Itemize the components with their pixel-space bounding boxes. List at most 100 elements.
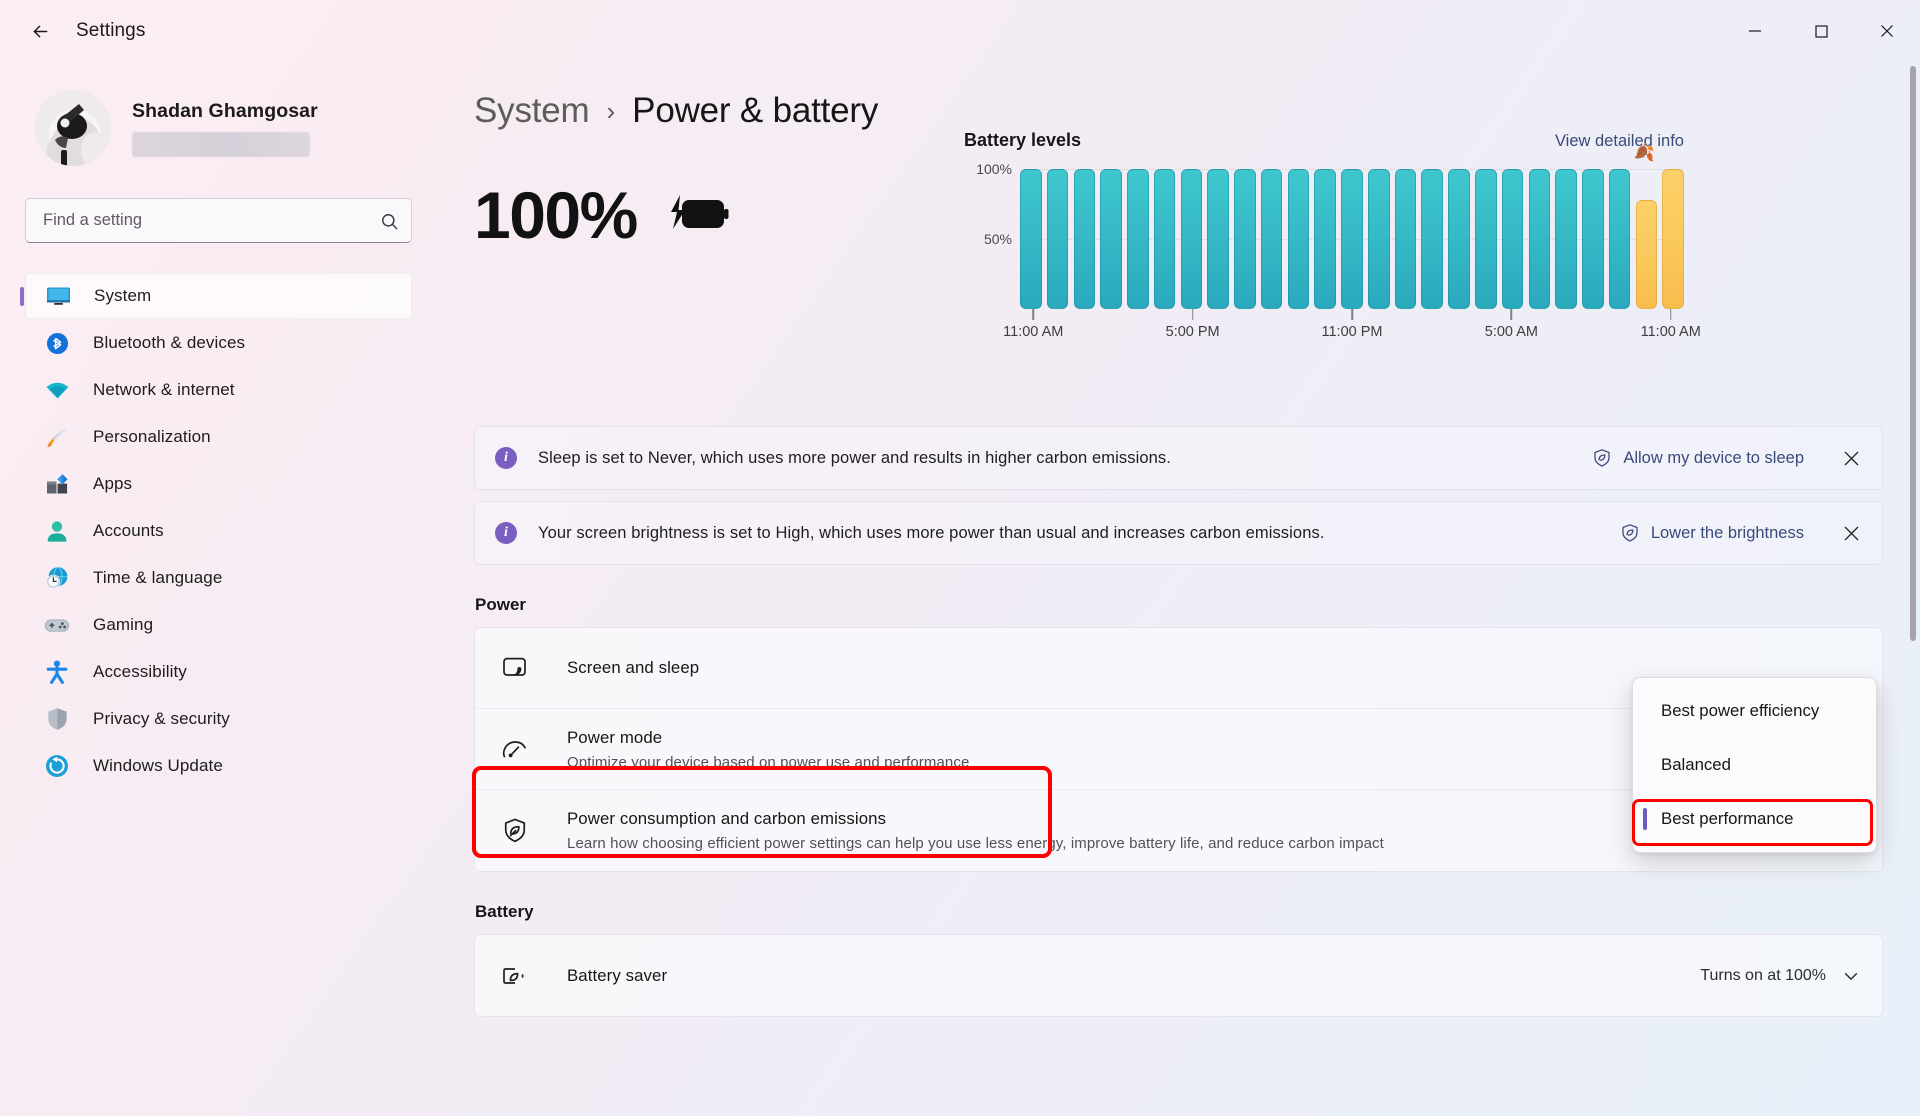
sidebar-item-privacy-security[interactable]: Privacy & security <box>25 696 412 742</box>
close-icon <box>1844 451 1858 465</box>
battery-saver-row[interactable]: Battery saver Turns on at 100% <box>475 935 1882 1016</box>
chart-bar <box>1528 169 1551 309</box>
profile-block[interactable]: Shadan Ghamgosar <box>35 82 412 174</box>
y-tick-label: 100% <box>976 161 1012 177</box>
banner-action-label: Allow my device to sleep <box>1623 448 1804 467</box>
chart-bar <box>1448 169 1470 309</box>
chart-plot-area: 🍂 <box>1020 143 1684 309</box>
info-icon: i <box>495 522 517 544</box>
gamepad-icon <box>43 612 71 638</box>
banner-action-label: Lower the brightness <box>1650 523 1804 542</box>
chart-bar <box>1394 169 1417 309</box>
dropdown-option-label: Best power efficiency <box>1661 701 1820 720</box>
sidebar-item-label: Privacy & security <box>93 709 230 728</box>
profile-text: Shadan Ghamgosar <box>132 100 318 157</box>
chart-header: Battery levels View detailed info <box>964 130 1684 151</box>
x-tick <box>1032 309 1035 320</box>
breadcrumb-separator-icon: › <box>606 95 616 126</box>
sidebar-item-apps[interactable]: Apps <box>25 461 412 507</box>
battery-section-heading: Battery <box>475 902 534 921</box>
allow-device-to-sleep-link[interactable]: Allow my device to sleep <box>1584 442 1812 474</box>
sidebar-item-label: Network & internet <box>93 380 235 399</box>
scrollbar-thumb[interactable] <box>1910 66 1916 641</box>
sidebar-item-label: Accessibility <box>93 662 187 681</box>
search-input[interactable] <box>25 198 412 243</box>
dropdown-option-best-performance[interactable]: Best performance <box>1637 792 1872 846</box>
window-title: Settings <box>76 20 146 41</box>
lower-the-brightness-link[interactable]: Lower the brightness <box>1612 517 1812 549</box>
y-tick-label: 50% <box>983 231 1012 247</box>
row-text: Battery saver <box>567 966 1700 986</box>
sidebar-nav: System Bluetooth & devices Network & int… <box>20 273 412 789</box>
close-banner-button[interactable] <box>1834 441 1868 475</box>
x-tick-label: 11:00 AM <box>1003 324 1064 340</box>
chart-bar <box>1180 169 1203 309</box>
chart-bars <box>1020 169 1684 309</box>
power-section-heading: Power <box>475 595 527 614</box>
sidebar-item-label: Accounts <box>93 521 164 540</box>
back-button[interactable] <box>18 11 62 51</box>
battery-saver-icon <box>497 964 533 988</box>
shield-icon <box>43 706 71 732</box>
chart-bar <box>1287 169 1310 309</box>
chart-bar <box>1207 169 1229 309</box>
sidebar-item-network-internet[interactable]: Network & internet <box>25 367 412 413</box>
close-icon <box>1844 526 1858 540</box>
title-bar: Settings <box>0 0 1920 62</box>
close-banner-button[interactable] <box>1834 516 1868 550</box>
leaf-shield-icon <box>1622 524 1638 542</box>
close-icon <box>1881 25 1893 37</box>
battery-charging-icon <box>667 189 731 242</box>
chart-x-axis: 11:00 AM 5:00 PM 11:00 PM 5:00 AM 11:00 AM <box>1003 309 1701 343</box>
leaf-shield-icon <box>1594 449 1610 467</box>
maximize-button[interactable] <box>1788 0 1854 62</box>
chart-bar <box>1608 169 1631 309</box>
sidebar-item-accessibility[interactable]: Accessibility <box>25 649 412 695</box>
dropdown-option-balanced[interactable]: Balanced <box>1637 738 1872 792</box>
sidebar-item-time-language[interactable]: Time & language <box>25 555 412 601</box>
sidebar-item-label: Apps <box>93 474 133 493</box>
sidebar-item-windows-update[interactable]: Windows Update <box>25 743 412 789</box>
view-detailed-info-link[interactable]: View detailed info <box>1555 132 1684 151</box>
chart-body: 100% 50% 🍂 11:00 AM 5:00 PM 11:00 PM 5:00 A… <box>964 143 1701 340</box>
clock-globe-icon <box>43 565 71 591</box>
sidebar-item-gaming[interactable]: Gaming <box>25 602 412 648</box>
chart-bar <box>1100 169 1122 309</box>
sidebar-item-label: Personalization <box>93 427 211 446</box>
sidebar-item-system[interactable]: System <box>20 273 412 319</box>
power-mode-dropdown: Best power efficiency Balanced Best perf… <box>1632 677 1877 853</box>
search-icon[interactable] <box>377 209 401 233</box>
sidebar-item-personalization[interactable]: Personalization <box>25 414 412 460</box>
sidebar: Shadan Ghamgosar Find a setting System B… <box>0 62 437 1116</box>
search-box <box>25 198 412 243</box>
sidebar-item-accounts[interactable]: Accounts <box>25 508 412 554</box>
dropdown-option-best-power-efficiency[interactable]: Best power efficiency <box>1637 684 1872 738</box>
chart-y-axis: 100% 50% <box>964 161 1012 309</box>
chevron-down-icon[interactable] <box>1842 967 1860 985</box>
x-tick-label: 11:00 PM <box>1321 324 1383 340</box>
back-arrow-icon <box>33 25 47 37</box>
avatar-photo-icon <box>35 90 111 166</box>
avatar <box>35 90 111 166</box>
close-button[interactable] <box>1854 0 1920 62</box>
sidebar-item-bluetooth-devices[interactable]: Bluetooth & devices <box>25 320 412 366</box>
minimize-button[interactable] <box>1722 0 1788 62</box>
chart-bar <box>1501 169 1524 309</box>
x-tick <box>1510 309 1513 320</box>
scrollbar[interactable] <box>1910 66 1916 1112</box>
row-title: Battery saver <box>567 965 668 985</box>
chart-bar <box>1367 169 1390 309</box>
chart-bar <box>1421 169 1444 309</box>
battery-settings-group: Battery saver Turns on at 100% <box>474 934 1883 1017</box>
x-tick <box>1191 309 1194 320</box>
breadcrumb-parent[interactable]: System <box>474 91 590 131</box>
screen-sleep-icon <box>497 656 533 681</box>
info-icon: i <box>495 447 517 469</box>
x-tick-label: 11:00 AM <box>1640 324 1701 340</box>
x-tick <box>1669 309 1672 320</box>
wifi-icon <box>43 377 71 403</box>
row-title: Screen and sleep <box>567 658 700 677</box>
chart-bar <box>1662 169 1684 309</box>
chart-bar <box>1582 169 1604 309</box>
settings-window: Settings Shadan Ghamgosar Find a setting… <box>0 0 1920 1116</box>
